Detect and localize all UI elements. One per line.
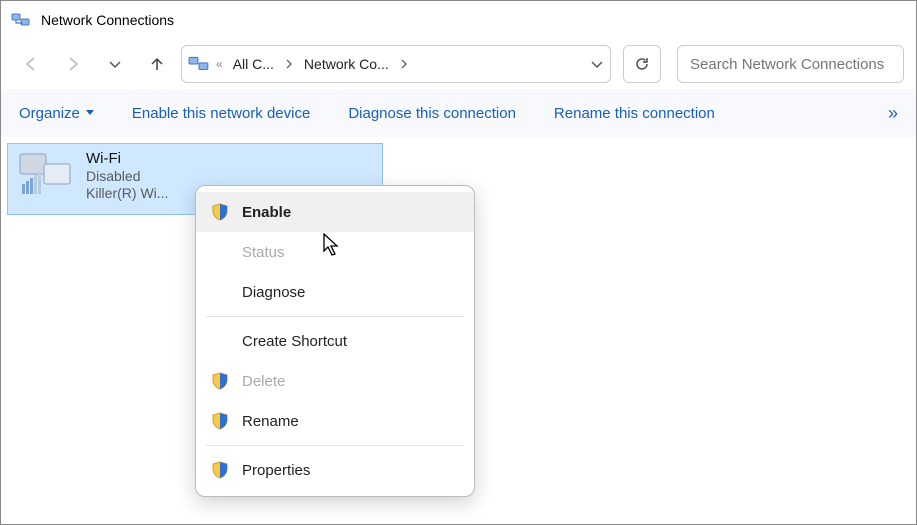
recent-dropdown[interactable] — [97, 46, 133, 82]
toolbar-overflow[interactable]: » — [888, 103, 898, 124]
adapter-device: Killer(R) Wi... — [86, 185, 168, 201]
adapter-text: Wi-Fi Disabled Killer(R) Wi... — [86, 150, 168, 208]
breadcrumb-parent[interactable]: All C... — [229, 56, 278, 72]
separator — [206, 445, 464, 446]
address-icon — [188, 53, 210, 75]
chevron-right-icon[interactable] — [397, 59, 411, 69]
ctx-rename[interactable]: Rename — [196, 401, 474, 441]
address-bar[interactable]: « All C... Network Co... — [181, 45, 611, 83]
content-area: Wi-Fi Disabled Killer(R) Wi... Enable St… — [1, 137, 916, 524]
ctx-properties[interactable]: Properties — [196, 450, 474, 490]
command-bar: Organize Enable this network device Diag… — [1, 89, 916, 137]
ctx-diagnose-label: Diagnose — [242, 284, 305, 301]
ctx-enable-label: Enable — [242, 204, 291, 221]
chevron-down-icon — [86, 109, 94, 117]
enable-device-button[interactable]: Enable this network device — [132, 105, 310, 122]
search-input[interactable] — [677, 45, 904, 83]
organize-label: Organize — [19, 105, 80, 122]
separator — [206, 316, 464, 317]
ctx-diagnose[interactable]: Diagnose — [196, 272, 474, 312]
chevron-right-icon[interactable] — [282, 59, 296, 69]
refresh-button[interactable] — [623, 45, 661, 83]
context-menu: Enable Status Diagnose Create Shortcut D… — [195, 185, 475, 497]
up-button[interactable] — [139, 46, 175, 82]
ctx-status-label: Status — [242, 244, 285, 261]
breadcrumb-current[interactable]: Network Co... — [300, 56, 393, 72]
titlebar: Network Connections — [1, 1, 916, 39]
forward-button[interactable] — [55, 46, 91, 82]
ctx-create-shortcut-label: Create Shortcut — [242, 333, 347, 350]
shield-icon — [210, 202, 230, 222]
shield-icon — [210, 371, 230, 391]
window-title: Network Connections — [41, 12, 174, 28]
shield-icon — [210, 411, 230, 431]
address-dropdown-icon[interactable] — [590, 57, 604, 71]
ctx-delete-label: Delete — [242, 373, 285, 390]
back-button[interactable] — [13, 46, 49, 82]
network-connections-icon — [11, 10, 31, 30]
ctx-rename-label: Rename — [242, 413, 299, 430]
rename-button[interactable]: Rename this connection — [554, 105, 715, 122]
adapter-icon — [16, 150, 76, 202]
ctx-enable[interactable]: Enable — [196, 192, 474, 232]
ctx-delete: Delete — [196, 361, 474, 401]
chevron-left-icon: « — [214, 57, 225, 71]
shield-icon — [210, 460, 230, 480]
ctx-create-shortcut[interactable]: Create Shortcut — [196, 321, 474, 361]
ctx-properties-label: Properties — [242, 462, 310, 479]
organize-menu[interactable]: Organize — [19, 105, 94, 122]
diagnose-button[interactable]: Diagnose this connection — [348, 105, 516, 122]
navbar: « All C... Network Co... — [1, 39, 916, 89]
adapter-status: Disabled — [86, 168, 168, 184]
adapter-name: Wi-Fi — [86, 150, 168, 167]
ctx-status: Status — [196, 232, 474, 272]
